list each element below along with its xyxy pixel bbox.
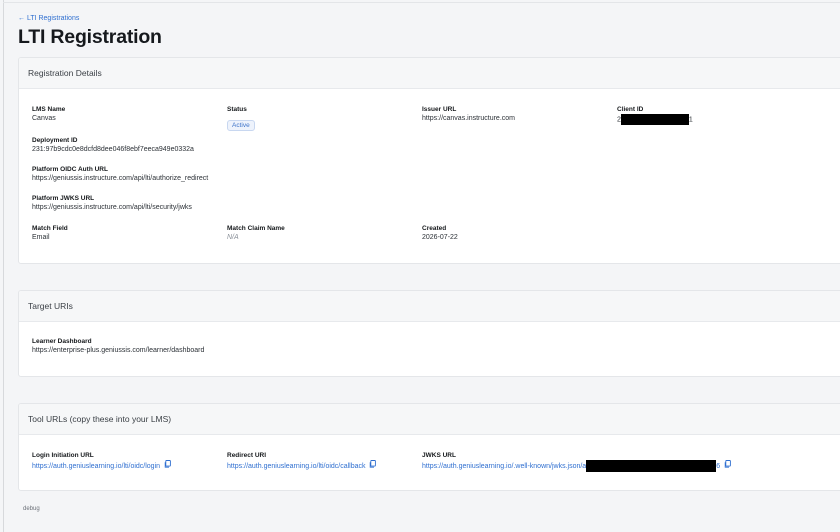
client-id-label: Client ID bbox=[617, 106, 644, 113]
oidc-auth-url-value: https://geniussis.instructure.com/api/lt… bbox=[32, 175, 209, 182]
learner-dashboard-field: Learner Dashboard https://enterprise-plu… bbox=[32, 337, 204, 356]
match-field-value: Email bbox=[32, 234, 50, 241]
tool-jwks-url-prefix[interactable]: https://auth.geniuslearning.io/.well-kno… bbox=[422, 463, 586, 470]
redirect-uri-url-text[interactable]: https://auth.geniuslearning.io/lti/oidc/… bbox=[227, 463, 366, 470]
redirect-uri-url[interactable]: https://auth.geniuslearning.io/lti/oidc/… bbox=[227, 460, 377, 472]
debug-label: debug bbox=[23, 506, 40, 512]
client-id-field: Client ID 21 bbox=[617, 105, 693, 125]
target-uris-header: Target URIs bbox=[19, 291, 840, 322]
created-label: Created bbox=[422, 225, 447, 232]
jwks-url-field: Platform JWKS URL https://geniussis.inst… bbox=[32, 194, 192, 213]
jwks-url-label: Platform JWKS URL bbox=[32, 195, 95, 202]
lms-name-value: Canvas bbox=[32, 115, 56, 122]
issuer-url-field: Issuer URL https://canvas.instructure.co… bbox=[422, 105, 515, 124]
tool-jwks-label: JWKS URL bbox=[422, 452, 456, 459]
oidc-auth-url-field: Platform OIDC Auth URL https://geniussis… bbox=[32, 165, 208, 184]
issuer-url-value: https://canvas.instructure.com bbox=[422, 115, 515, 122]
copy-icon[interactable] bbox=[724, 460, 731, 472]
jwks-url-value: https://geniussis.instructure.com/api/lt… bbox=[32, 204, 192, 211]
window-edge-left bbox=[3, 0, 4, 532]
login-initiation-url[interactable]: https://auth.geniuslearning.io/lti/oidc/… bbox=[32, 460, 171, 472]
client-id-suffix: 1 bbox=[688, 116, 693, 124]
redirect-uri-field: Redirect URI https://auth.geniuslearning… bbox=[227, 451, 377, 472]
tool-urls-header: Tool URLs (copy these into your LMS) bbox=[19, 404, 840, 435]
status-badge: Active bbox=[227, 120, 255, 131]
tool-jwks-redaction bbox=[586, 460, 717, 472]
status-field: Status Active bbox=[227, 105, 255, 132]
tool-jwks-url-suffix[interactable]: 6 bbox=[716, 463, 720, 470]
learner-dashboard-value: https://enterprise-plus.geniussis.com/le… bbox=[32, 347, 205, 354]
back-to-registrations-link[interactable]: ← LTI Registrations bbox=[18, 15, 79, 22]
copy-icon[interactable] bbox=[164, 460, 171, 472]
lms-name-field: LMS Name Canvas bbox=[32, 105, 65, 124]
learner-dashboard-label: Learner Dashboard bbox=[32, 338, 92, 345]
window-edge-top bbox=[3, 2, 840, 3]
registration-details-header: Registration Details bbox=[19, 58, 840, 89]
client-id-value: 21 bbox=[617, 114, 693, 125]
lms-name-label: LMS Name bbox=[32, 106, 66, 113]
deployment-id-label: Deployment ID bbox=[32, 137, 78, 144]
oidc-auth-url-label: Platform OIDC Auth URL bbox=[32, 166, 108, 173]
match-field-field: Match Field Email bbox=[32, 224, 68, 243]
match-field-label: Match Field bbox=[32, 225, 68, 232]
status-label: Status bbox=[227, 106, 247, 113]
login-initiation-url-text[interactable]: https://auth.geniuslearning.io/lti/oidc/… bbox=[32, 463, 160, 470]
match-claim-label: Match Claim Name bbox=[227, 225, 285, 232]
created-field: Created 2026-07-22 bbox=[422, 224, 458, 243]
login-initiation-label: Login Initiation URL bbox=[32, 452, 94, 459]
match-claim-field: Match Claim Name N/A bbox=[227, 224, 285, 243]
created-value: 2026-07-22 bbox=[422, 234, 458, 241]
issuer-url-label: Issuer URL bbox=[422, 106, 457, 113]
registration-details-card: Registration Details LMS Name Canvas Sta… bbox=[18, 57, 840, 264]
redirect-uri-label: Redirect URI bbox=[227, 452, 267, 459]
login-initiation-field: Login Initiation URL https://auth.genius… bbox=[32, 451, 171, 472]
deployment-id-field: Deployment ID 231:97b9cdc0e8dcfd8dee046f… bbox=[32, 136, 194, 155]
tool-urls-card: Tool URLs (copy these into your LMS) Log… bbox=[18, 403, 840, 491]
match-claim-value: N/A bbox=[227, 234, 239, 241]
tool-jwks-field: JWKS URL https://auth.geniuslearning.io/… bbox=[422, 451, 731, 472]
client-id-redaction bbox=[620, 114, 689, 125]
target-uris-card: Target URIs Learner Dashboard https://en… bbox=[18, 290, 840, 377]
tool-jwks-url[interactable]: https://auth.geniuslearning.io/.well-kno… bbox=[422, 460, 731, 472]
page-title: LTI Registration bbox=[18, 26, 162, 48]
copy-icon[interactable] bbox=[369, 460, 377, 472]
deployment-id-value: 231:97b9cdc0e8dcfd8dee046f8ebf7eeca949e0… bbox=[32, 146, 194, 153]
